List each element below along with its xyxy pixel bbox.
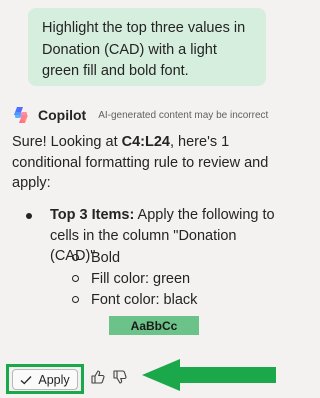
apply-button[interactable]: Apply <box>12 369 78 390</box>
response-line-1: Sure! Looking at C4:L24, here's 1 <box>12 132 280 153</box>
copilot-logo-icon <box>14 107 28 123</box>
apply-label: Apply <box>38 372 70 387</box>
user-message-line-3: green fill and bold font. <box>42 63 189 79</box>
format-sub-list: Bold Fill color: green Font color: black <box>72 247 272 310</box>
user-message-line-1: Highlight the top three values in <box>42 20 246 36</box>
copilot-name: Copilot <box>38 107 87 123</box>
bullet-icon <box>26 213 32 219</box>
rule-title: Top 3 Items: <box>50 207 135 223</box>
user-message-bubble: Highlight the top three values in Donati… <box>28 8 266 86</box>
copilot-header: Copilot AI-generated content may be inco… <box>12 106 282 124</box>
sub-item-label: Bold <box>91 249 121 266</box>
range-reference: C4:L24 <box>121 134 170 150</box>
sub-item-label: Fill color: green <box>91 270 191 287</box>
intro-text-1: Sure! Looking at <box>12 134 122 150</box>
sub-item-label: Font color: black <box>91 291 198 308</box>
response-line-3: apply: <box>12 175 51 191</box>
rule-desc-1: Apply the following to <box>134 207 275 223</box>
response-line-2: conditional formatting rule to review an… <box>12 154 269 171</box>
checkmark-icon <box>20 375 32 384</box>
circle-bullet-icon <box>72 275 79 282</box>
user-message-line-2: Donation (CAD) with a light <box>42 41 217 58</box>
sub-item-bold: Bold <box>72 247 272 268</box>
thumbs-down-icon[interactable] <box>112 369 128 385</box>
format-preview-sample: AaBbCc <box>109 316 199 335</box>
sub-item-fill: Fill color: green <box>72 268 272 289</box>
circle-bullet-icon <box>72 296 79 303</box>
thumbs-up-icon[interactable] <box>90 369 106 385</box>
pointer-arrow-icon <box>142 359 276 391</box>
ai-disclaimer: AI-generated content may be incorrect <box>98 109 269 121</box>
response-intro: Sure! Looking at C4:L24, here's 1 condit… <box>12 132 280 194</box>
sub-item-font: Font color: black <box>72 289 272 310</box>
circle-bullet-icon <box>72 254 79 261</box>
intro-text-2: , here's 1 <box>170 134 230 150</box>
apply-highlight-box: Apply <box>6 364 84 394</box>
